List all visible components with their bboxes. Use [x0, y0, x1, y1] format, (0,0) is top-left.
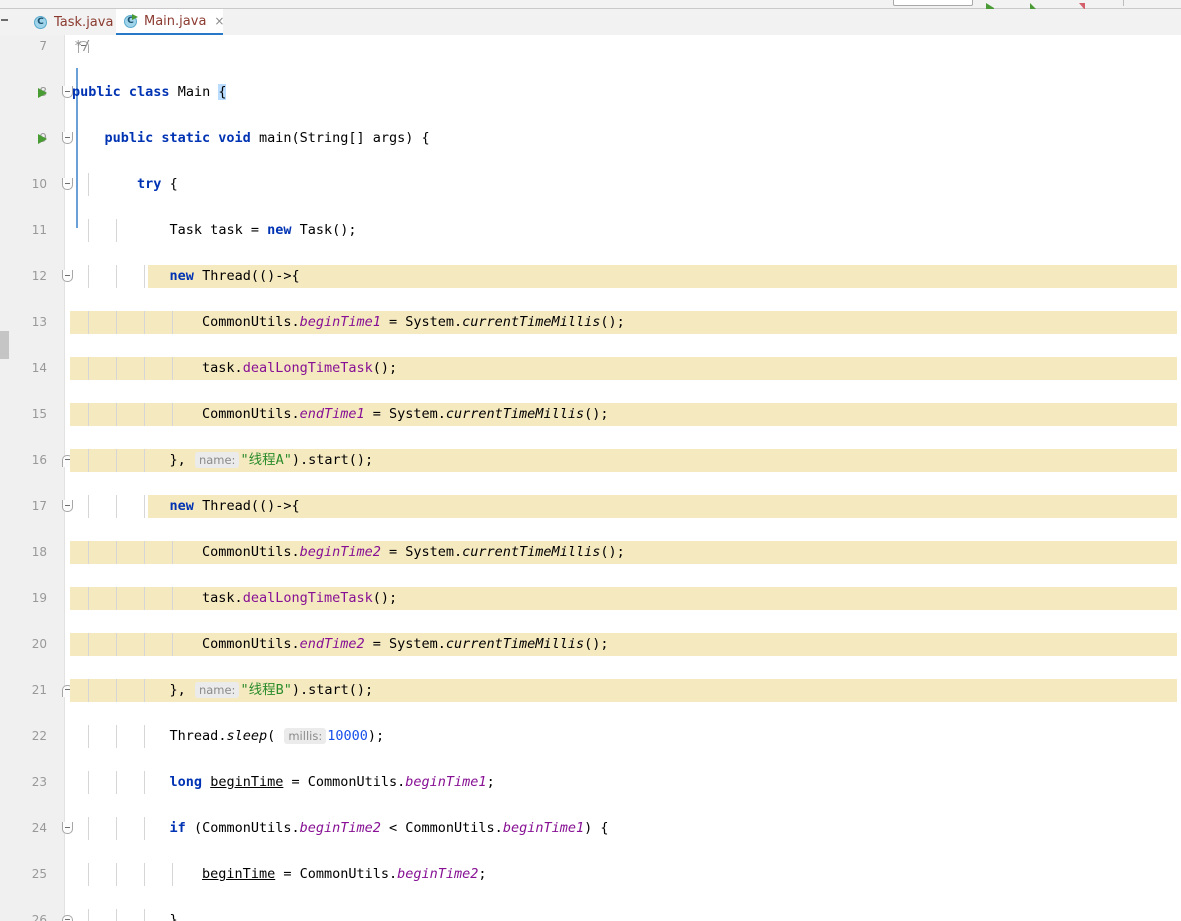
line-number: 21 [31, 683, 47, 697]
code-line[interactable]: 8 public class Main { [0, 81, 1181, 104]
line-text: public class Main { [72, 84, 227, 100]
toolbar-search-field[interactable] [893, 0, 973, 6]
line-text: public static void main(String[] args) { [104, 130, 430, 146]
lambda-block-highlight [148, 495, 1177, 518]
parameter-hint: name: [194, 682, 240, 698]
code-line[interactable]: 25 beginTime = CommonUtils.beginTime2; [0, 863, 1181, 886]
line-number: 15 [31, 407, 47, 421]
line-text: new Thread(()->{ [169, 498, 300, 514]
editor-lines: 7 */ 8 public class Main { 9 public stat… [0, 35, 1181, 921]
line-text: Task task = new Task(); [169, 222, 357, 238]
line-text: task.dealLongTimeTask(); [202, 590, 398, 606]
code-line[interactable]: 17 new Thread(()->{ [0, 495, 1181, 518]
code-line[interactable]: 24 if (CommonUtils.beginTime2 < CommonUt… [0, 817, 1181, 840]
code-line[interactable]: 16 }, name: "线程A").start(); [0, 449, 1181, 472]
line-text: new Thread(()->{ [169, 268, 300, 284]
tab-close-icon[interactable]: × [214, 15, 224, 27]
line-number: 7 [39, 39, 47, 53]
line-number: 10 [31, 177, 47, 191]
line-text: if (CommonUtils.beginTime2 < CommonUtils… [169, 820, 609, 836]
line-number: 26 [31, 913, 47, 921]
code-line[interactable]: 14 task.dealLongTimeTask(); [0, 357, 1181, 380]
tab-task-java[interactable]: C Task.java × [26, 9, 132, 35]
line-text: beginTime = CommonUtils.beginTime2; [202, 866, 487, 882]
code-line[interactable]: 20 CommonUtils.endTime2 = System.current… [0, 633, 1181, 656]
line-number: 17 [31, 499, 47, 513]
line-number: 13 [31, 315, 47, 329]
code-line[interactable]: 19 task.dealLongTimeTask(); [0, 587, 1181, 610]
line-text: try { [137, 176, 178, 192]
tab-label: Task.java [54, 14, 114, 30]
stop-icon[interactable] [1077, 0, 1087, 10]
run-gutter-icon[interactable] [38, 134, 47, 144]
parameter-hint: millis: [284, 728, 327, 744]
line-number: 24 [31, 821, 47, 835]
line-number: 18 [31, 545, 47, 559]
line-text: } [169, 912, 178, 921]
code-line[interactable]: 18 CommonUtils.beginTime2 = System.curre… [0, 541, 1181, 564]
line-text: }, name: "线程A").start(); [169, 452, 374, 468]
editor-tab-bar: C Task.java × C Main.java × [0, 9, 1181, 35]
parameter-hint: name: [194, 452, 240, 468]
code-line[interactable]: 13 CommonUtils.beginTime1 = System.curre… [0, 311, 1181, 334]
line-number: 23 [31, 775, 47, 789]
line-text: long beginTime = CommonUtils.beginTime1; [169, 774, 495, 790]
run-gutter-icon[interactable] [38, 88, 47, 98]
line-number: 16 [31, 453, 47, 467]
line-text: CommonUtils.endTime2 = System.currentTim… [202, 636, 609, 652]
line-number: 25 [31, 867, 47, 881]
line-number: 11 [31, 223, 47, 237]
line-number: 20 [31, 637, 47, 651]
tab-main-java[interactable]: C Main.java × [116, 9, 224, 35]
code-line[interactable]: 9 public static void main(String[] args)… [0, 127, 1181, 150]
debug-icon[interactable] [1028, 0, 1038, 11]
code-line[interactable]: 22 Thread.sleep( millis: 10000); [0, 725, 1181, 748]
tool-window-collapse-handle[interactable] [1, 19, 8, 21]
line-number: 19 [31, 591, 47, 605]
run-icon[interactable] [985, 0, 995, 11]
line-number: 12 [31, 269, 47, 283]
line-text: task.dealLongTimeTask(); [202, 360, 398, 376]
line-number: 22 [31, 729, 47, 743]
code-line[interactable]: 10 try { [0, 173, 1181, 196]
java-class-icon: C [34, 15, 49, 30]
code-line[interactable]: 15 CommonUtils.endTime1 = System.current… [0, 403, 1181, 426]
code-line[interactable]: 7 */ [0, 35, 1181, 58]
line-number: 14 [31, 361, 47, 375]
toolbar-separator [1123, 0, 1124, 6]
line-text: CommonUtils.beginTime2 = System.currentT… [202, 544, 625, 560]
tab-label: Main.java [144, 13, 207, 29]
lambda-block-highlight [148, 265, 1177, 288]
line-text: CommonUtils.beginTime1 = System.currentT… [202, 314, 625, 330]
line-text: }, name: "线程B").start(); [169, 682, 374, 698]
code-line[interactable]: 11 Task task = new Task(); [0, 219, 1181, 242]
code-line[interactable]: 23 long beginTime = CommonUtils.beginTim… [0, 771, 1181, 794]
line-text: */ [66, 38, 91, 54]
line-text: Thread.sleep( millis: 10000); [169, 728, 385, 744]
main-toolbar [0, 0, 1181, 11]
code-line[interactable]: 26 } [0, 909, 1181, 921]
line-text: CommonUtils.endTime1 = System.currentTim… [202, 406, 609, 422]
code-line[interactable]: 21 }, name: "线程B").start(); [0, 679, 1181, 702]
java-class-runnable-icon: C [124, 13, 139, 29]
code-line[interactable]: 12 new Thread(()->{ [0, 265, 1181, 288]
code-editor[interactable]: 7 */ 8 public class Main { 9 public stat… [0, 35, 1181, 921]
